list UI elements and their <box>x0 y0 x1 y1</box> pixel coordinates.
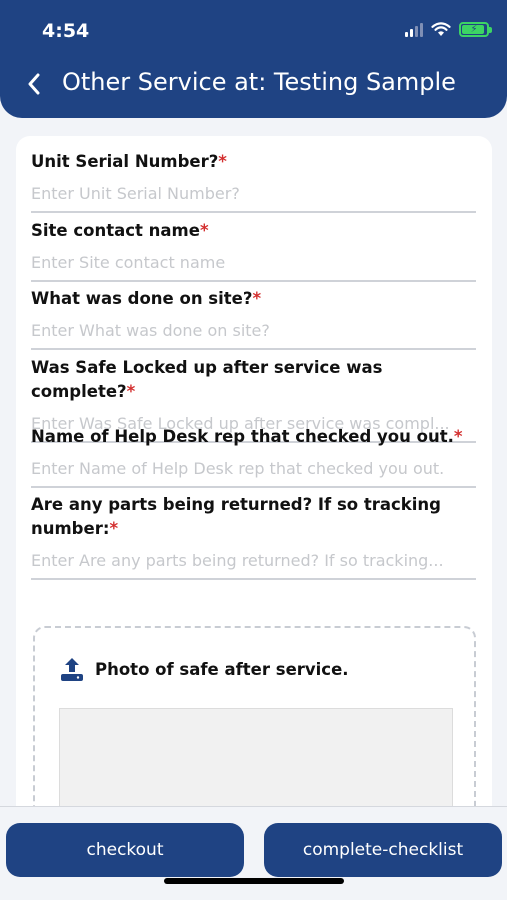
back-button[interactable] <box>20 68 48 100</box>
field-label: Site contact name* <box>31 221 209 240</box>
site-contact-input[interactable] <box>31 243 476 282</box>
home-indicator <box>164 878 344 884</box>
signal-icon <box>405 22 423 37</box>
required-marker: * <box>252 289 262 308</box>
field-label: What was done on site?* <box>31 289 262 308</box>
required-marker: * <box>453 427 463 446</box>
status-icons: ⚡ <box>405 22 492 37</box>
battery-charging-icon: ⚡ <box>459 22 492 37</box>
complete-checklist-button[interactable]: complete-checklist <box>264 823 502 877</box>
field-parts-returned: Are any parts being returned? If so trac… <box>31 493 476 580</box>
upload-icon <box>61 658 83 681</box>
field-label: Name of Help Desk rep that checked you o… <box>31 427 463 446</box>
required-marker: * <box>126 382 136 401</box>
required-marker: * <box>218 152 227 171</box>
form-card: Unit Serial Number?* Site contact name* … <box>16 136 492 856</box>
unit-serial-input[interactable] <box>31 174 476 213</box>
upload-label: Photo of safe after service. <box>95 659 349 679</box>
wifi-icon <box>431 22 451 36</box>
bottom-action-bar: checkout complete-checklist <box>0 806 507 900</box>
chevron-left-icon <box>28 73 40 95</box>
checkout-button[interactable]: checkout <box>6 823 244 877</box>
field-label: Was Safe Locked up after service was com… <box>31 358 383 401</box>
field-unit-serial: Unit Serial Number?* <box>31 150 476 213</box>
field-work-done: What was done on site?* <box>31 287 476 350</box>
page-title: Other Service at: Testing Sample <box>62 68 456 96</box>
work-done-input[interactable] <box>31 311 476 350</box>
required-marker: * <box>109 519 119 538</box>
field-site-contact: Site contact name* <box>31 219 476 282</box>
field-help-desk-rep: Name of Help Desk rep that checked you o… <box>31 425 476 488</box>
status-time: 4:54 <box>42 20 90 42</box>
app-header: 4:54 ⚡ Other Service at: Testing Sample <box>0 0 507 118</box>
help-desk-rep-input[interactable] <box>31 449 476 488</box>
upload-header: Photo of safe after service. <box>59 656 349 682</box>
field-label: Unit Serial Number?* <box>31 152 227 171</box>
required-marker: * <box>199 221 209 240</box>
field-label: Are any parts being returned? If so trac… <box>31 495 441 538</box>
parts-returned-input[interactable] <box>31 541 476 580</box>
